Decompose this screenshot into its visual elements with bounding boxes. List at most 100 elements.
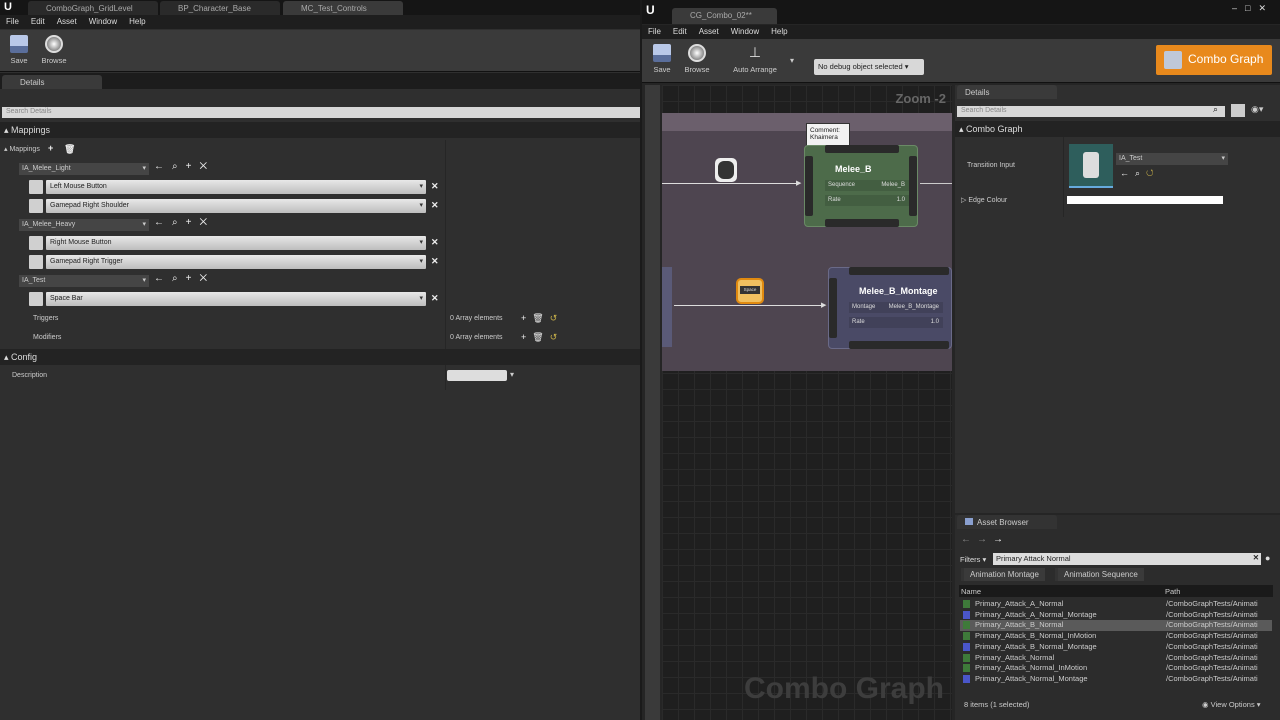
node-melee-b[interactable]: Melee_B Sequence Melee_B Rate 1.0 xyxy=(804,145,918,227)
user-icon[interactable]: ● xyxy=(1265,553,1270,563)
auto-arrange-dropdown-icon[interactable]: ▾ xyxy=(790,56,794,65)
tab-cg-combo-02[interactable]: CG_Combo_02** xyxy=(672,8,777,24)
graph-viewport[interactable]: Zoom -2 Comment: Khaimera ▶ Melee_B Sequ… xyxy=(662,85,952,720)
asset-controls[interactable]: ←⌕↺ xyxy=(1120,168,1160,179)
combo-graph-button[interactable]: Combo Graph xyxy=(1156,45,1272,75)
asset-path: /ComboGraphTests/Animati xyxy=(1166,641,1258,651)
column-header-name[interactable]: Name xyxy=(961,587,981,596)
key-select-left-mouse[interactable]: Left Mouse Button xyxy=(46,180,426,194)
menu-help[interactable]: Help xyxy=(771,27,787,37)
transition-input-dropdown[interactable]: IA_Test xyxy=(1116,153,1228,165)
menu-edit[interactable]: Edit xyxy=(673,27,687,37)
menu-window[interactable]: Window xyxy=(89,17,117,27)
save-button[interactable]: Save xyxy=(6,35,32,65)
menu-asset[interactable]: Asset xyxy=(57,17,77,27)
key-select-right-mouse[interactable]: Right Mouse Button xyxy=(46,236,426,250)
details-search-input[interactable]: Search Details xyxy=(2,107,640,118)
remove-key-icon[interactable]: ✕ xyxy=(431,181,439,192)
modifiers-array-controls[interactable]: +🗑↺ xyxy=(521,332,563,343)
auto-arrange-label: Auto Arrange xyxy=(733,65,777,74)
action-dropdown-ia-melee-light[interactable]: IA_Melee_Light xyxy=(19,163,149,175)
description-label: Description xyxy=(12,372,48,379)
prop-label: Rate xyxy=(852,319,865,325)
menu-asset[interactable]: Asset xyxy=(699,27,719,37)
auto-arrange-button[interactable]: ⊥ Auto Arrange xyxy=(728,44,782,74)
history-nav[interactable]: ←→→ xyxy=(961,534,1009,545)
triggers-value: 0 Array elements xyxy=(450,315,503,322)
column-header-path[interactable]: Path xyxy=(1165,587,1180,596)
details-search-input[interactable]: Search Details xyxy=(957,106,1225,117)
asset-list-item[interactable]: Primary_Attack_B_Normal_Montage/ComboGra… xyxy=(960,642,1272,653)
tab-combograph-gridlevel[interactable]: ComboGraph_GridLevel xyxy=(28,1,158,15)
browse-button[interactable]: Browse xyxy=(680,44,714,74)
view-options-button[interactable]: ◉ View Options ▾ xyxy=(1202,700,1261,709)
add-mapping-icon[interactable]: + xyxy=(48,143,53,153)
details-tab[interactable]: Details xyxy=(957,85,1057,99)
node-rate-prop[interactable]: Rate 1.0 xyxy=(849,317,943,328)
menu-file[interactable]: File xyxy=(6,17,19,27)
mappings-category[interactable]: ▴ Mappings xyxy=(0,122,640,138)
visibility-eye-icon[interactable]: ◉▾ xyxy=(1251,104,1263,115)
asset-list-item[interactable]: Primary_Attack_B_Normal/ComboGraphTests/… xyxy=(960,620,1272,631)
asset-list-item[interactable]: Primary_Attack_A_Normal_Montage/ComboGra… xyxy=(960,610,1272,621)
transition-edge[interactable] xyxy=(662,183,800,184)
asset-name: Primary_Attack_Normal_Montage xyxy=(975,673,1088,683)
clear-search-icon[interactable]: ✕ xyxy=(1253,553,1259,562)
remove-key-icon[interactable]: ✕ xyxy=(431,256,439,267)
asset-path: /ComboGraphTests/Animati xyxy=(1166,599,1258,608)
action-dropdown-ia-test[interactable]: IA_Test xyxy=(19,275,149,287)
debug-object-dropdown[interactable]: No debug object selected ▾ xyxy=(814,59,924,75)
delete-all-icon[interactable]: 🗑 xyxy=(64,144,75,155)
details-tab[interactable]: Details xyxy=(2,75,102,89)
input-action-thumbnail[interactable] xyxy=(1069,144,1113,188)
remove-key-icon[interactable]: ✕ xyxy=(431,200,439,211)
asset-list-item[interactable]: Primary_Attack_Normal_InMotion/ComboGrap… xyxy=(960,663,1272,674)
menu-edit[interactable]: Edit xyxy=(31,17,45,27)
menu-window[interactable]: Window xyxy=(731,27,759,37)
node-melee-b-montage[interactable]: Melee_B_Montage Montage Melee_B_Montage R… xyxy=(828,267,952,349)
menu-file[interactable]: File xyxy=(648,27,661,37)
filter-chip-animation-montage[interactable]: Animation Montage xyxy=(961,568,1045,581)
asset-list-item[interactable]: Primary_Attack_Normal_Montage/ComboGraph… xyxy=(960,674,1272,685)
property-matrix-icon[interactable] xyxy=(1231,104,1245,117)
triggers-array-controls[interactable]: +🗑↺ xyxy=(521,313,563,324)
node-montage-prop[interactable]: Montage Melee_B_Montage xyxy=(849,302,943,313)
menu-help[interactable]: Help xyxy=(129,17,145,27)
montage-asset-icon xyxy=(963,642,970,651)
browse-label: Browse xyxy=(684,65,710,74)
left-editor-window: U ComboGraph_GridLevel BP_Character_Base… xyxy=(0,0,640,720)
combo-graph-category[interactable]: ▴ Combo Graph xyxy=(955,121,1280,137)
mappings-label: Mappings xyxy=(9,146,40,153)
left-title-bar: U ComboGraph_GridLevel BP_Character_Base… xyxy=(0,0,640,15)
asset-browser-tab[interactable]: Asset Browser xyxy=(957,515,1057,529)
description-dropdown-icon[interactable]: ▾ xyxy=(510,370,514,379)
save-button[interactable]: Save xyxy=(648,44,676,74)
browse-button[interactable]: Browse xyxy=(38,35,70,65)
remove-key-icon[interactable]: ✕ xyxy=(431,293,439,304)
mappings-category-label: Mappings xyxy=(11,125,51,135)
node-sequence-prop[interactable]: Sequence Melee_B xyxy=(825,180,909,191)
tab-bp-character-base[interactable]: BP_Character_Base xyxy=(160,1,280,15)
transition-edge[interactable] xyxy=(674,305,824,306)
edge-colour-swatch[interactable] xyxy=(1067,196,1223,204)
description-input[interactable] xyxy=(447,370,507,381)
key-select-gamepad-right-shoulder[interactable]: Gamepad Right Shoulder xyxy=(46,199,426,213)
config-category[interactable]: ▴ Config xyxy=(0,349,640,365)
mouse-key-icon xyxy=(29,180,43,194)
asset-search-input[interactable]: Primary Attack Normal ✕ xyxy=(993,553,1261,565)
asset-status: 8 items (1 selected) xyxy=(964,700,1030,709)
node-rate-prop[interactable]: Rate 1.0 xyxy=(825,195,909,206)
remove-key-icon[interactable]: ✕ xyxy=(431,237,439,248)
tab-mc-test-controls[interactable]: MC_Test_Controls xyxy=(283,1,403,15)
filters-button[interactable]: Filters ▾ xyxy=(960,555,986,564)
asset-list-item[interactable]: Primary_Attack_B_Normal_InMotion/ComboGr… xyxy=(960,631,1272,642)
node-pin xyxy=(849,341,949,349)
window-controls[interactable]: –□✕ xyxy=(1232,3,1274,14)
key-select-space-bar[interactable]: Space Bar xyxy=(46,292,426,306)
key-select-gamepad-right-trigger[interactable]: Gamepad Right Trigger xyxy=(46,255,426,269)
action-dropdown-ia-melee-heavy[interactable]: IA_Melee_Heavy xyxy=(19,219,149,231)
gamepad-key-icon xyxy=(29,255,43,269)
filter-chip-animation-sequence[interactable]: Animation Sequence xyxy=(1055,568,1144,581)
asset-list-item[interactable]: Primary_Attack_A_Normal/ComboGraphTests/… xyxy=(960,599,1272,610)
asset-list-item[interactable]: Primary_Attack_Normal/ComboGraphTests/An… xyxy=(960,653,1272,664)
